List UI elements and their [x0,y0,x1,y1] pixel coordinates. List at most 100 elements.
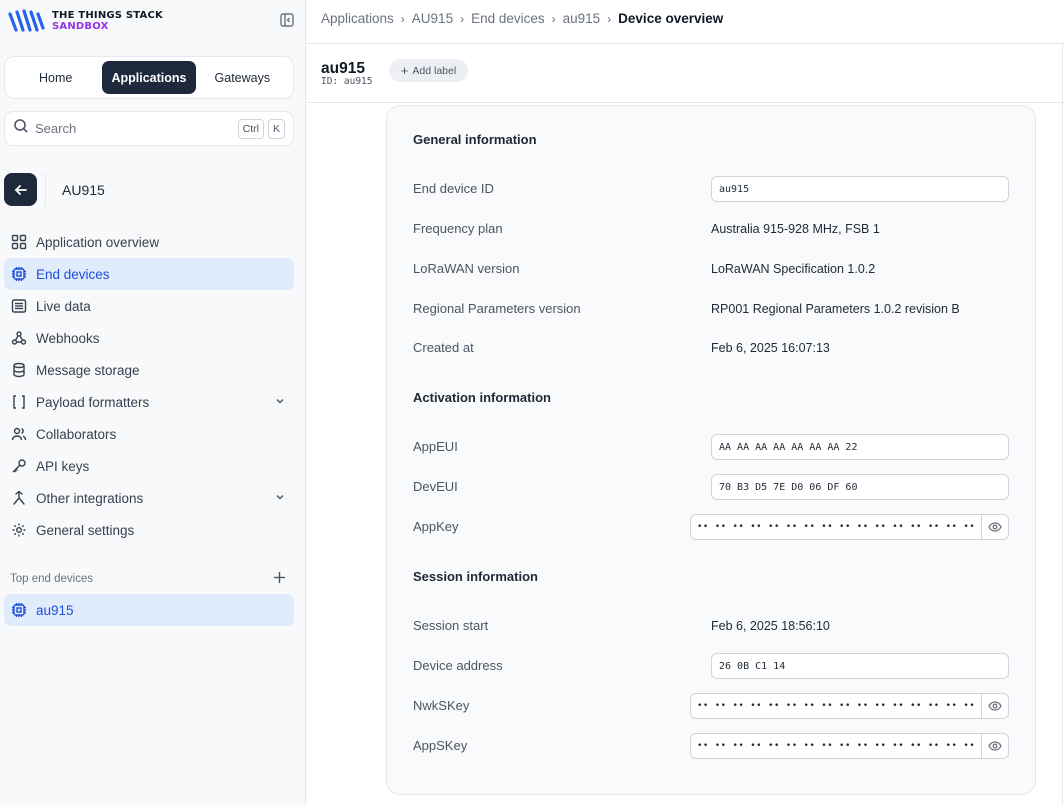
appskey-field[interactable]: •• •• •• •• •• •• •• •• •• •• •• •• •• •… [690,733,1009,759]
section-switcher: Home Applications Gateways [4,56,294,99]
regional-parameters-value: RP001 Regional Parameters 1.0.2 revision… [711,302,960,316]
chip-icon [10,265,28,283]
scrollbar-track[interactable] [1062,44,1063,805]
sidebar-item-payload-formatters[interactable]: Payload formatters [4,386,294,418]
sidebar-item-collaborators[interactable]: Collaborators [4,418,294,450]
switcher-applications-button[interactable]: Applications [102,61,196,94]
arrow-left-icon [14,184,27,195]
activation-information-title: Activation information [413,390,551,405]
list-icon [10,297,28,315]
integration-icon [10,489,28,507]
code-icon [10,393,28,411]
breadcrumb-applications[interactable]: Applications [321,11,394,26]
sidebar-item-webhooks[interactable]: Webhooks [4,322,294,354]
sidebar-item-general-settings[interactable]: General settings [4,514,294,546]
appkey-field[interactable]: •• •• •• •• •• •• •• •• •• •• •• •• •• •… [690,514,1009,540]
appkey-masked-value: •• •• •• •• •• •• •• •• •• •• •• •• •• •… [697,522,976,532]
sidebar-item-label: End devices [36,266,110,282]
top-device-label: au915 [36,602,74,618]
database-icon [10,361,28,379]
end-device-id-label: End device ID [413,181,494,196]
sidebar-item-label: Application overview [36,234,160,250]
appeui-label: AppEUI [413,439,458,454]
breadcrumb: Applications › AU915 › End devices › au9… [321,11,723,26]
nwkskey-masked-value: •• •• •• •• •• •• •• •• •• •• •• •• •• •… [697,701,976,711]
session-start-label: Session start [413,618,489,633]
sidebar-item-label: Live data [36,298,91,314]
breadcrumb-end-devices[interactable]: End devices [471,11,545,26]
chip-icon [10,601,28,619]
chevron-right-icon: › [460,11,465,26]
sidebar-item-api-keys[interactable]: API keys [4,450,294,482]
webhook-icon [10,329,28,347]
breadcrumb-device[interactable]: au915 [563,11,601,26]
session-start-value: Feb 6, 2025 18:56:10 [711,619,830,633]
search-input[interactable]: Search Ctrl K [4,111,294,146]
nwkskey-label: NwkSKey [413,698,470,713]
chevron-right-icon: › [607,11,612,26]
end-device-id-field[interactable]: au915 [711,176,1009,202]
gear-icon [10,521,28,539]
sidebar-item-label: General settings [36,522,135,538]
users-icon [10,425,28,443]
add-label-text: Add label [412,64,457,77]
sidebar: THE THINGS STACK SANDBOX Home Applicatio… [0,0,306,805]
sidebar-item-application-overview[interactable]: Application overview [4,226,294,258]
sidebar-nav: Application overview End devices Live da… [4,226,294,546]
sidebar-item-label: Message storage [36,362,140,378]
plus-icon[interactable] [273,571,286,587]
lorawan-version-label: LoRaWAN version [413,261,520,276]
chevron-down-icon[interactable] [274,491,286,506]
sidebar-item-label: API keys [36,458,90,474]
top-device-item[interactable]: au915 [4,594,294,626]
plus-icon: + [400,63,409,78]
eye-icon[interactable] [981,734,1008,758]
brand-line-1: THE THINGS STACK [52,10,163,21]
frequency-plan-label: Frequency plan [413,221,503,236]
session-information-title: Session information [413,569,538,584]
eye-icon[interactable] [981,694,1008,718]
device-id-subtitle: ID: au915 [321,76,373,87]
appskey-label: AppSKey [413,738,468,753]
breadcrumb-current: Device overview [618,11,724,26]
sidebar-collapse-icon[interactable] [279,12,295,28]
switcher-gateways-button[interactable]: Gateways [196,61,289,94]
eye-icon[interactable] [981,515,1008,539]
brand-logo[interactable]: THE THINGS STACK SANDBOX [6,8,163,34]
top-end-devices-header: Top end devices [10,571,286,587]
sidebar-item-other-integrations[interactable]: Other integrations [4,482,294,514]
key-icon [10,457,28,475]
switcher-home-button[interactable]: Home [9,61,102,94]
divider [307,102,1064,103]
divider [307,43,1064,44]
top-end-devices-heading: Top end devices [10,573,94,585]
add-label-button[interactable]: + Add label [389,59,468,82]
regional-parameters-label: Regional Parameters version [413,301,581,316]
shortcut-key-ctrl: Ctrl [237,118,264,139]
chevron-down-icon[interactable] [274,395,286,410]
appkey-label: AppKey [413,519,459,534]
application-name: AU915 [62,181,105,198]
device-address-field[interactable]: 26 0B C1 14 [711,653,1009,679]
appskey-masked-value: •• •• •• •• •• •• •• •• •• •• •• •• •• •… [697,741,976,751]
deveui-field[interactable]: 70 B3 D5 7E D0 06 DF 60 [711,474,1009,500]
sidebar-item-end-devices[interactable]: End devices [4,258,294,290]
appeui-field[interactable]: AA AA AA AA AA AA AA 22 [711,434,1009,460]
sidebar-item-label: Collaborators [36,426,117,442]
created-at-value: Feb 6, 2025 16:07:13 [711,341,830,355]
brand-line-2: SANDBOX [52,21,109,32]
back-button[interactable] [4,173,37,206]
shortcut-key-k: K [267,118,285,139]
sidebar-item-label: Payload formatters [36,394,150,410]
deveui-label: DevEUI [413,479,458,494]
search-icon [13,118,29,139]
divider [45,173,46,206]
sidebar-item-message-storage[interactable]: Message storage [4,354,294,386]
chevron-right-icon: › [551,11,556,26]
nwkskey-field[interactable]: •• •• •• •• •• •• •• •• •• •• •• •• •• •… [690,693,1009,719]
things-stack-logo-icon [6,8,46,34]
sidebar-item-label: Other integrations [36,490,144,506]
breadcrumb-application[interactable]: AU915 [412,11,453,26]
sidebar-item-live-data[interactable]: Live data [4,290,294,322]
frequency-plan-value: Australia 915-928 MHz, FSB 1 [711,222,880,236]
